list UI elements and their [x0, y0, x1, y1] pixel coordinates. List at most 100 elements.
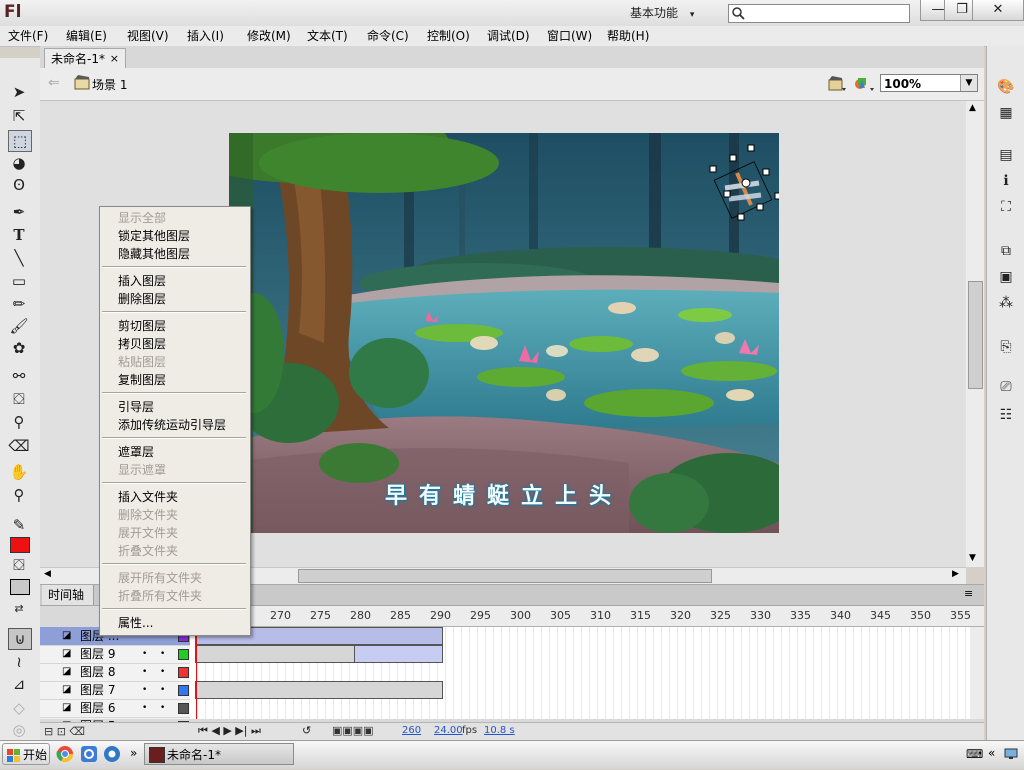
stroke-color-icon[interactable]: ✎ — [8, 515, 30, 535]
menu-commands[interactable]: 命令(C) — [367, 28, 409, 44]
context-menu-item[interactable]: 遮罩层 — [118, 443, 154, 461]
menu-file[interactable]: 文件(F) — [8, 28, 48, 44]
straighten-icon[interactable]: ⊿ — [8, 674, 30, 694]
subselection-tool-icon[interactable]: ⇱ — [8, 106, 30, 126]
visible-dot-icon[interactable]: • — [142, 663, 147, 681]
menu-control[interactable]: 控制(O) — [427, 28, 470, 44]
frame-row[interactable] — [190, 663, 970, 682]
menu-text[interactable]: 文本(T) — [307, 28, 348, 44]
visible-dot-icon[interactable]: • — [142, 699, 147, 717]
back-arrow-icon[interactable]: ⇐ — [48, 75, 60, 91]
context-menu-item[interactable]: 隐藏其他图层 — [118, 245, 190, 263]
layer-row[interactable]: ◪ 图层 7 • • — [40, 681, 190, 700]
layer-row[interactable]: ◪ 图层 9 • • — [40, 645, 190, 664]
context-menu-item[interactable]: 拷贝图层 — [118, 335, 166, 353]
menu-edit[interactable]: 编辑(E) — [66, 28, 107, 44]
context-menu-item[interactable]: 引导层 — [118, 398, 154, 416]
deco-tool-icon[interactable]: ✿ — [8, 338, 30, 358]
eyedropper-tool-icon[interactable]: ⚲ — [8, 412, 30, 432]
line-tool-icon[interactable]: ╲ — [8, 248, 30, 268]
context-menu-item[interactable]: 添加传统运动引导层 — [118, 416, 226, 434]
horizontal-scroll-thumb[interactable] — [298, 569, 712, 583]
transform-icon[interactable]: ⛶ — [995, 196, 1017, 218]
lock-dot-icon[interactable]: • — [160, 645, 165, 663]
components-icon[interactable]: ▣ — [995, 266, 1017, 288]
layer-name[interactable]: 图层 6 — [80, 699, 115, 717]
edit-symbols-icon[interactable] — [853, 74, 875, 94]
layer-outline-color[interactable] — [178, 685, 189, 696]
scroll-down-icon[interactable]: ▼ — [969, 553, 976, 563]
menu-modify[interactable]: 修改(M) — [247, 28, 291, 44]
layer-outline-color[interactable] — [178, 703, 189, 714]
overflow-chevron-icon[interactable]: » — [130, 746, 137, 760]
library-icon[interactable]: ⎚ — [995, 376, 1017, 398]
zoom-tool-icon[interactable]: ⚲ — [8, 485, 30, 505]
snap-to-objects-icon[interactable]: ⊍ — [8, 628, 32, 650]
vertical-scrollbar[interactable]: ▲ ▼ — [966, 101, 984, 567]
explorer-icon[interactable] — [80, 745, 98, 763]
zoom-select[interactable]: 100% ▼ — [880, 74, 978, 92]
swatches-grid-icon[interactable]: ▦ — [995, 102, 1017, 124]
info-icon[interactable]: ℹ — [995, 170, 1017, 192]
paint-bucket-tool-icon[interactable]: ⛋ — [8, 389, 30, 409]
rectangle-tool-icon[interactable]: ▭ — [8, 271, 30, 291]
layer-outline-color[interactable] — [178, 649, 189, 660]
vertical-scroll-thumb[interactable] — [968, 281, 983, 389]
scroll-right-icon[interactable]: ▶ — [952, 569, 959, 579]
playback-controls[interactable]: ⏮ ◀ ▶ ▶| ⏭ — [198, 724, 261, 738]
document-tab[interactable]: 未命名-1* × — [44, 48, 126, 68]
color-palette-icon[interactable]: 🎨 — [995, 76, 1017, 98]
option-icon[interactable]: ◇ — [8, 698, 30, 718]
frame-ruler[interactable]: 270 275 280 285 290 295 300 305 310 315 320 325 330 3… — [190, 606, 984, 627]
bone-tool-icon[interactable]: ⚯ — [8, 366, 30, 386]
menu-view[interactable]: 视图(V) — [127, 28, 169, 44]
chrome-icon[interactable] — [56, 745, 74, 763]
context-menu-item[interactable]: 插入图层 — [118, 272, 166, 290]
taskbar-app-flash[interactable]: 未命名-1* — [144, 743, 294, 765]
code-snippets-icon[interactable]: ⧉ — [995, 240, 1017, 262]
context-menu-item[interactable]: 属性... — [118, 614, 153, 632]
frame-grid[interactable] — [190, 627, 970, 719]
align-icon[interactable]: ▤ — [995, 144, 1017, 166]
layer-name[interactable]: 图层 8 — [80, 663, 115, 681]
frame-span[interactable] — [195, 681, 443, 699]
pencil-tool-icon[interactable]: ✏ — [8, 294, 30, 314]
pen-tool-icon[interactable]: ✒ — [8, 202, 30, 222]
layer-outline-color[interactable] — [178, 667, 189, 678]
help-search-input[interactable] — [728, 4, 910, 23]
swap-colors-icon[interactable]: ⇄ — [8, 599, 30, 619]
text-tool-icon[interactable]: T — [8, 225, 30, 245]
menu-insert[interactable]: 插入(I) — [187, 28, 224, 44]
frame-row[interactable] — [190, 699, 970, 718]
onion-skin-icons[interactable]: ▣▣▣▣ — [332, 724, 374, 737]
menu-help[interactable]: 帮助(H) — [607, 28, 649, 44]
workspace-switcher[interactable]: 基本功能 ▾ — [630, 4, 694, 22]
smooth-icon[interactable]: ≀ — [8, 652, 30, 672]
motion-tween-span[interactable] — [354, 645, 443, 663]
context-menu-item[interactable]: 剪切图层 — [118, 317, 166, 335]
keyboard-icon[interactable]: ⌨ — [966, 747, 983, 761]
close-tab-icon[interactable]: × — [110, 49, 119, 69]
edit-scene-icon[interactable] — [827, 74, 847, 94]
tray-expand-icon[interactable]: « — [988, 746, 995, 760]
layer-name[interactable]: 图层 7 — [80, 681, 115, 699]
network-icon[interactable] — [1004, 746, 1018, 760]
fill-color-swatch[interactable] — [10, 537, 30, 553]
lock-dot-icon[interactable]: • — [160, 681, 165, 699]
frame-rate[interactable]: 24.00 — [434, 725, 463, 736]
history-icon[interactable]: ⎘ — [995, 336, 1017, 358]
lasso-tool-icon[interactable]: ʘ — [8, 175, 30, 195]
caption-text[interactable]: 早有蜻蜓立上头 — [359, 478, 649, 509]
stage[interactable]: 早有蜻蜓立上头 — [229, 133, 779, 533]
option-icon[interactable]: ◎ — [8, 720, 30, 740]
eraser-tool-icon[interactable]: ⌫ — [8, 436, 30, 456]
selection-tool-icon[interactable]: ➤ — [8, 82, 30, 102]
new-layer-icon[interactable]: ⊟ ⊡ ⌫ — [44, 725, 85, 738]
start-button[interactable]: 开始 — [2, 743, 50, 765]
fill-bucket-icon[interactable]: ⛋ — [8, 555, 30, 575]
layer-row[interactable]: ◪ 图层 6 • • — [40, 699, 190, 718]
scroll-up-icon[interactable]: ▲ — [969, 103, 976, 113]
scroll-left-icon[interactable]: ◀ — [44, 569, 51, 579]
settings-icon[interactable] — [103, 745, 121, 763]
lock-dot-icon[interactable]: • — [160, 699, 165, 717]
